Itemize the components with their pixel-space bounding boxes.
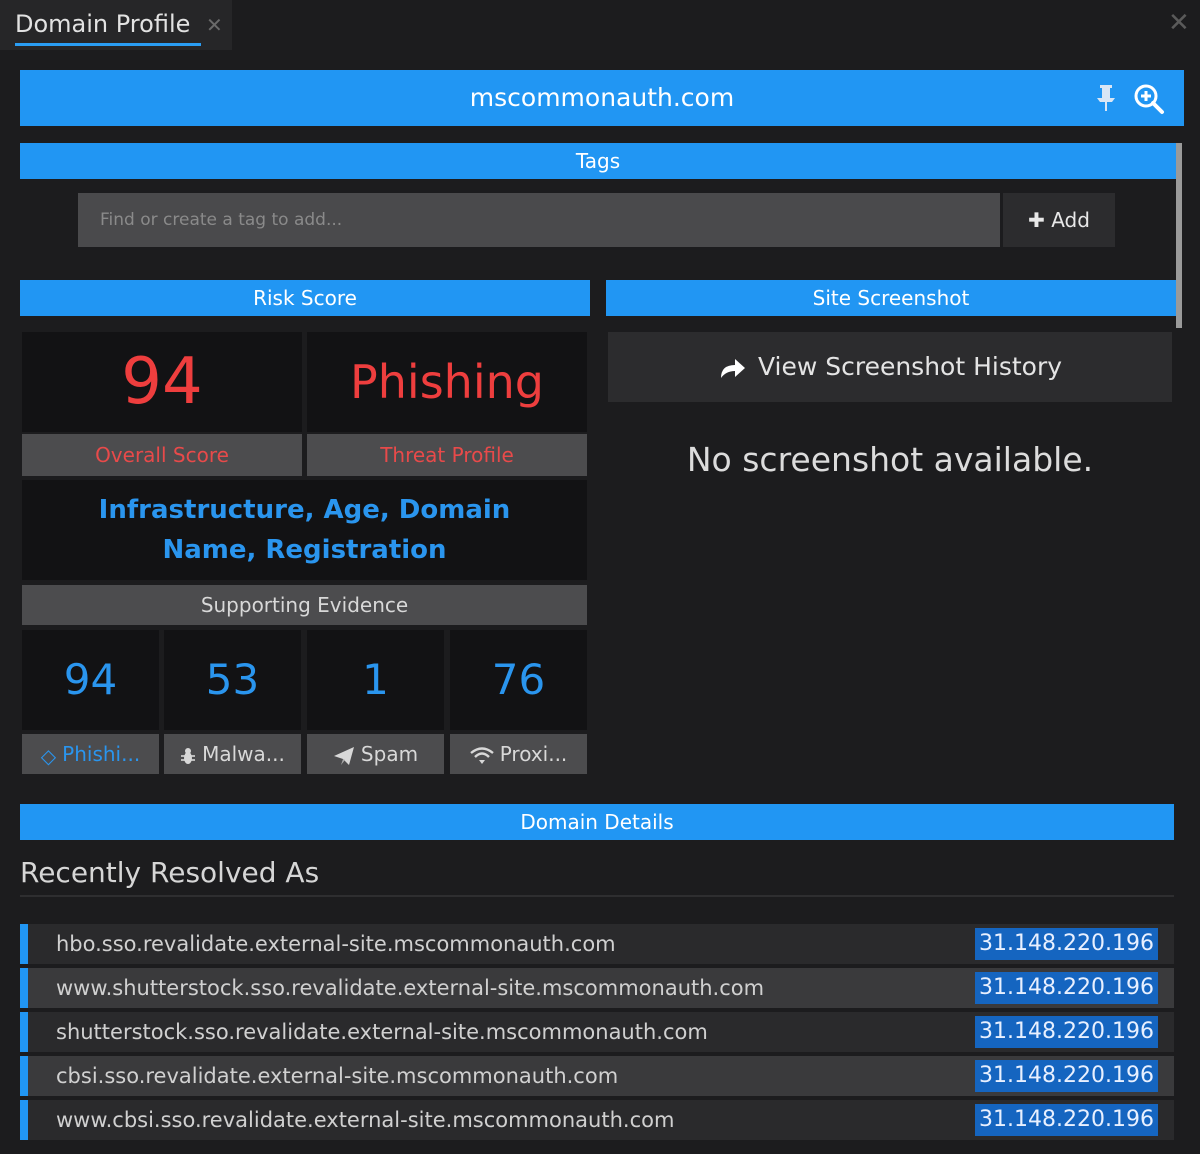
view-screenshot-history-label: View Screenshot History (757, 352, 1063, 381)
evidence-spam-text: Spam (360, 742, 419, 766)
domain-profile-panel: mscommonauth.com Tags ✚ Add Risk Score S… (0, 50, 1200, 1154)
no-screenshot-message: No screenshot available. (686, 440, 1094, 479)
domain-name: mscommonauth.com (469, 83, 735, 112)
resolved-hostname[interactable]: cbsi.sso.revalidate.external-site.mscomm… (56, 1056, 618, 1096)
tag-search-input[interactable] (78, 193, 1000, 247)
evidence-malware-value[interactable]: 53 (164, 630, 301, 730)
resolved-ip-badge[interactable]: 31.148.220.196 (975, 928, 1158, 960)
resolved-hostname[interactable]: www.shutterstock.sso.revalidate.external… (56, 968, 764, 1008)
supporting-evidence-header: Supporting Evidence (22, 585, 587, 625)
view-screenshot-history-button[interactable]: View Screenshot History (608, 332, 1172, 402)
evidence-malware-label[interactable]: Malwa... (164, 734, 301, 774)
overall-score-label: Overall Score (22, 434, 302, 476)
evidence-phishing-value[interactable]: 94 (22, 630, 159, 730)
send-icon (333, 746, 354, 765)
wifi-icon (469, 746, 494, 764)
resolved-row[interactable]: www.cbsi.sso.revalidate.external-site.ms… (20, 1100, 1174, 1140)
threat-profile-value: Phishing (307, 332, 587, 432)
plus-icon: ✚ (1028, 208, 1045, 232)
domain-header: mscommonauth.com (20, 70, 1184, 126)
resolved-row[interactable]: shutterstock.sso.revalidate.external-sit… (20, 1012, 1174, 1052)
risk-score-header: Risk Score (20, 280, 590, 316)
risk-factors[interactable]: Infrastructure, Age, Domain Name, Regist… (22, 480, 587, 580)
add-tag-button[interactable]: ✚ Add (1003, 193, 1115, 247)
window-close-icon[interactable]: ✕ (1168, 8, 1190, 38)
evidence-proximity-value[interactable]: 76 (450, 630, 587, 730)
site-screenshot-header: Site Screenshot (606, 280, 1176, 316)
domain-details-header: Domain Details (20, 804, 1174, 840)
bug-icon (181, 747, 196, 764)
resolved-hostname[interactable]: hbo.sso.revalidate.external-site.mscommo… (56, 924, 616, 964)
resolved-row[interactable]: www.shutterstock.sso.revalidate.external… (20, 968, 1174, 1008)
tab-title: Domain Profile (15, 10, 191, 38)
resolved-ip-badge[interactable]: 31.148.220.196 (975, 1104, 1158, 1136)
add-tag-label: Add (1051, 208, 1090, 232)
resolved-ip-badge[interactable]: 31.148.220.196 (975, 1060, 1158, 1092)
evidence-spam-label[interactable]: Spam (307, 734, 444, 774)
evidence-phishing-label[interactable]: ◇ Phishi... (22, 734, 159, 774)
close-icon[interactable]: ✕ (206, 13, 223, 37)
tab-domain-profile[interactable]: Domain Profile ✕ (0, 0, 232, 50)
share-arrow-icon (720, 359, 745, 378)
diamond-icon: ◇ (40, 743, 57, 768)
resolved-row[interactable]: hbo.sso.revalidate.external-site.mscommo… (20, 924, 1174, 964)
resolved-hostname[interactable]: www.cbsi.sso.revalidate.external-site.ms… (56, 1100, 674, 1140)
evidence-malware-text: Malwa... (202, 742, 285, 766)
zoom-in-icon[interactable] (1133, 83, 1165, 115)
overall-score-value: 94 (22, 332, 302, 432)
resolved-ip-badge[interactable]: 31.148.220.196 (975, 1016, 1158, 1048)
tab-active-indicator (15, 43, 201, 46)
scrollbar[interactable] (1176, 143, 1182, 328)
resolved-row[interactable]: cbsi.sso.revalidate.external-site.mscomm… (20, 1056, 1174, 1096)
divider (20, 895, 1174, 897)
resolved-ip-badge[interactable]: 31.148.220.196 (975, 972, 1158, 1004)
evidence-spam-value[interactable]: 1 (307, 630, 444, 730)
tags-header: Tags (20, 143, 1176, 179)
recently-resolved-title: Recently Resolved As (20, 856, 320, 889)
evidence-proximity-text: Proxi... (499, 742, 568, 766)
pin-icon[interactable] (1094, 83, 1118, 113)
evidence-proximity-label[interactable]: Proxi... (450, 734, 587, 774)
tab-bar: Domain Profile ✕ ✕ (0, 0, 1200, 50)
threat-profile-label: Threat Profile (307, 434, 587, 476)
evidence-phishing-text: Phishi... (62, 742, 141, 766)
resolved-hostname[interactable]: shutterstock.sso.revalidate.external-sit… (56, 1012, 708, 1052)
